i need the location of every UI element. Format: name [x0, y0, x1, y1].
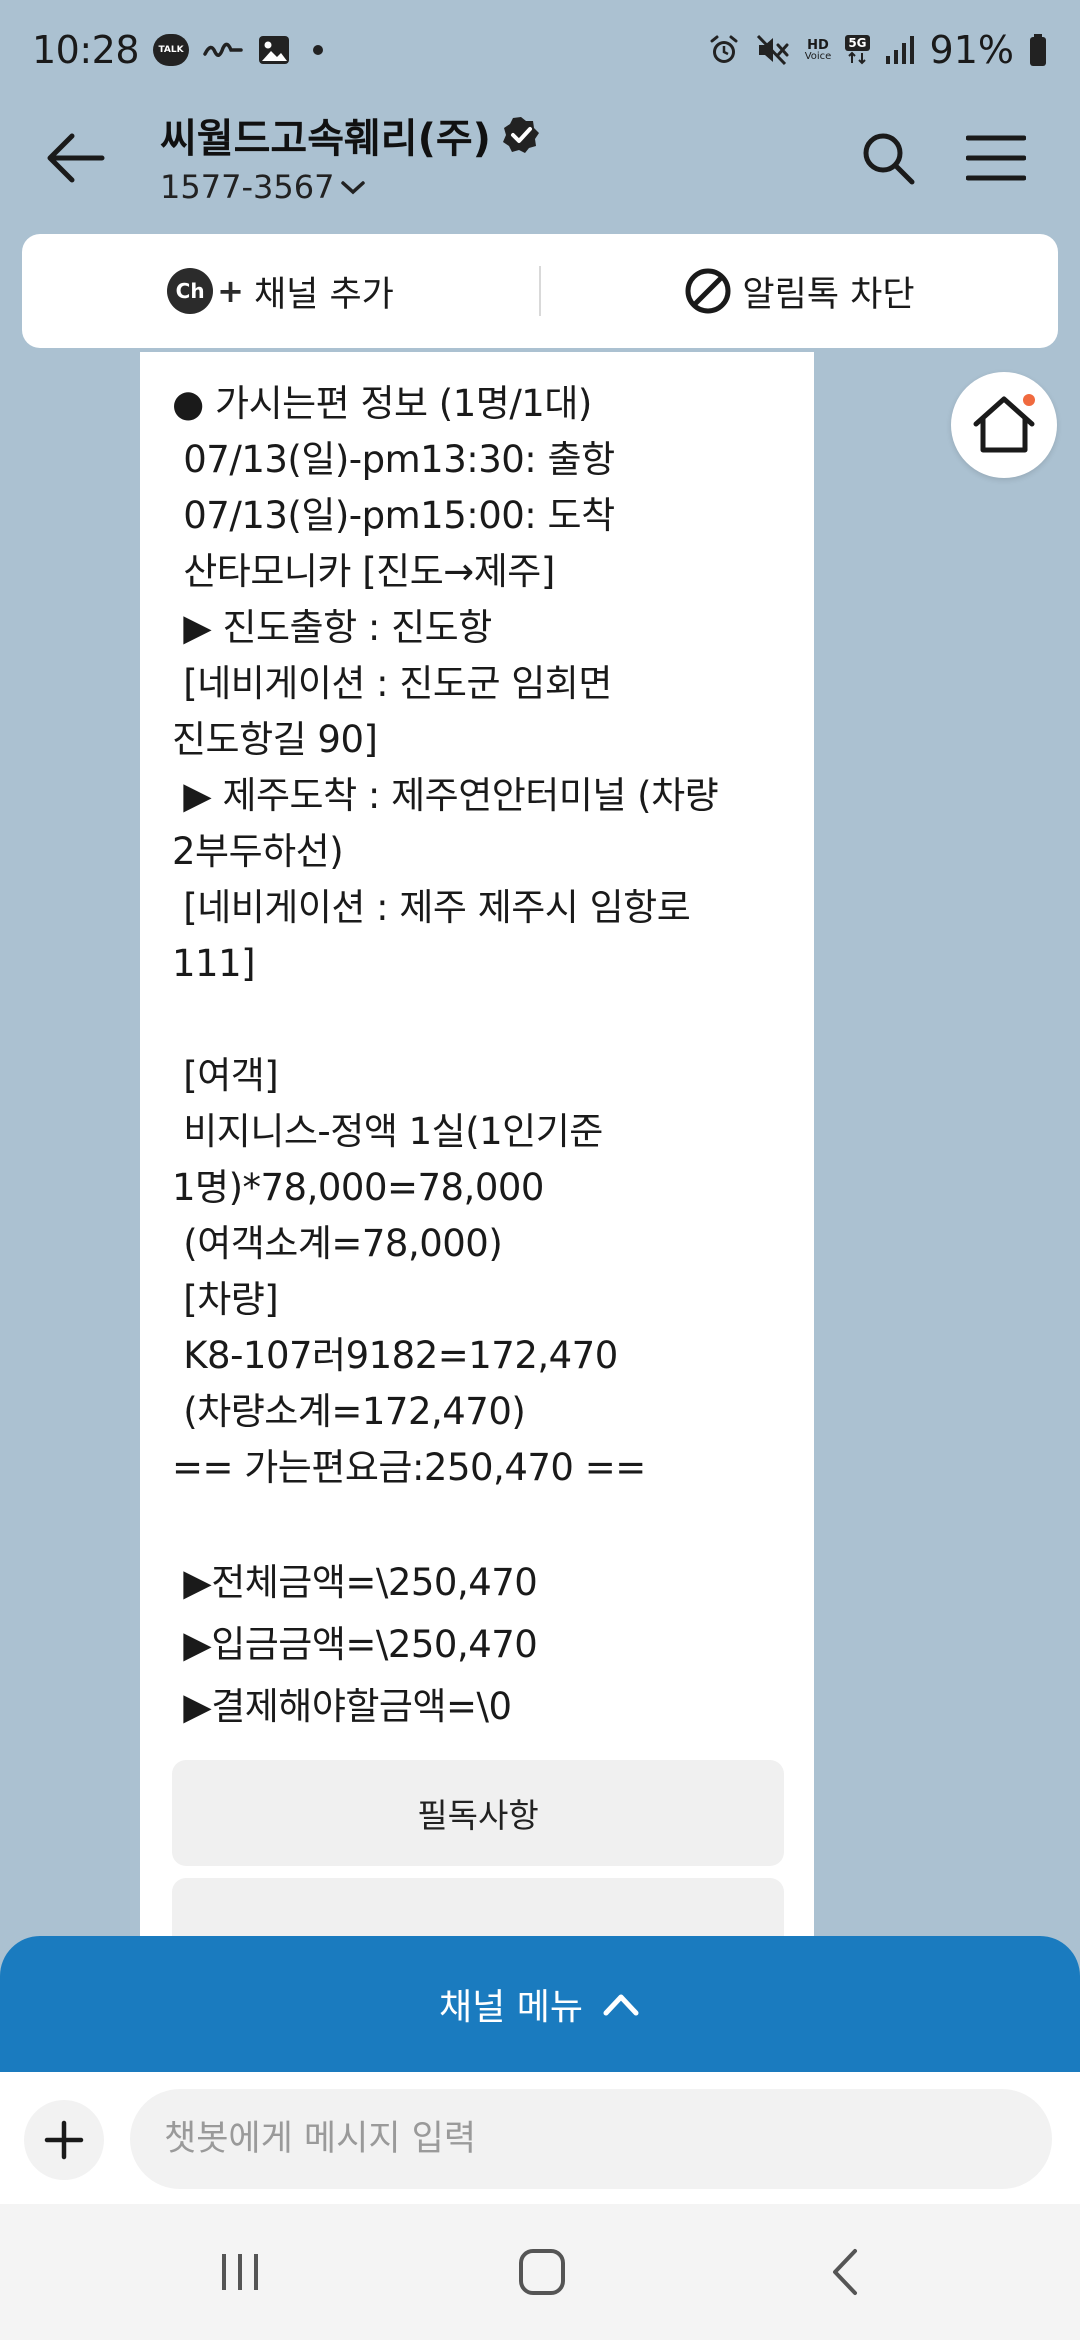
- home-button[interactable]: [951, 372, 1057, 478]
- chat-header: 씨월드고속훼리(주) 1577-3567: [0, 100, 1080, 230]
- phone-row[interactable]: 1577-3567: [160, 168, 541, 206]
- new-notification-dot-icon: [1023, 394, 1035, 406]
- message-line: 111]: [172, 942, 256, 985]
- search-icon: [863, 133, 915, 185]
- recent-apps-icon: [222, 2254, 258, 2290]
- channel-title: 씨월드고속훼리(주): [160, 116, 491, 162]
- message-line: 산타모니카 [진도→제주]: [172, 550, 555, 593]
- hamburger-menu-icon: [966, 135, 1026, 181]
- chevron-left-icon: [833, 2249, 857, 2295]
- hd-voice-icon: HD Voice: [805, 39, 832, 62]
- plus-icon: [44, 2120, 84, 2160]
- battery-icon: [1028, 33, 1048, 67]
- title-row: 씨월드고속훼리(주): [160, 106, 541, 164]
- channel-plus-icon: Ch: [167, 268, 214, 314]
- search-button[interactable]: [852, 122, 924, 194]
- message-line: 2부두하선): [172, 830, 344, 873]
- message-body: ● 가시는편 정보 (1명/1대) 07/13(일)-pm13:30: 출항 0…: [172, 376, 784, 1738]
- channel-menu-label: 채널 메뉴: [439, 1987, 583, 2028]
- plus-glyph-icon: +: [217, 272, 244, 310]
- summary-total: ▶전체금액=\250,470: [172, 1561, 538, 1604]
- block-icon: [685, 268, 731, 314]
- status-bar: 10:28 TALK HD Voice 5G 91%: [0, 0, 1080, 100]
- voice-label: Voice: [804, 50, 832, 62]
- back-nav-button[interactable]: [805, 2232, 885, 2312]
- message-input-bar: [0, 2072, 1080, 2204]
- kakaotalk-notification-icon: TALK: [153, 34, 190, 66]
- image-notification-icon: [257, 33, 291, 67]
- message-input[interactable]: [130, 2089, 1052, 2189]
- home-nav-button[interactable]: [502, 2232, 582, 2312]
- message-line: 07/13(일)-pm15:00: 도착: [172, 494, 615, 537]
- channel-phone: 1577-3567: [160, 168, 335, 206]
- status-left: 10:28 TALK: [32, 28, 324, 72]
- recent-apps-button[interactable]: [200, 2232, 280, 2312]
- channel-info[interactable]: 씨월드고속훼리(주) 1577-3567: [160, 106, 541, 206]
- signal-icon: [884, 34, 916, 66]
- message-line: [네비게이션 : 진도군 임회면: [172, 662, 612, 705]
- attach-plus-button[interactable]: [24, 2100, 104, 2180]
- verified-badge-icon: [501, 115, 541, 155]
- message-line: [여객]: [172, 1054, 279, 1097]
- message-line: [차량]: [172, 1278, 279, 1321]
- network-label: 5G: [845, 35, 870, 51]
- status-right: HD Voice 5G 91%: [707, 28, 1048, 72]
- system-nav-bar: [0, 2204, 1080, 2340]
- message-line: K8-107러9182=172,470: [172, 1334, 618, 1377]
- arrow-left-icon: [47, 133, 105, 183]
- mute-icon: [755, 33, 791, 67]
- summary-deposit: ▶입금금액=\250,470: [172, 1623, 538, 1666]
- block-alimtalk-label: 알림톡 차단: [742, 274, 915, 315]
- message-line: ▶ 진도출항 : 진도항: [172, 606, 492, 649]
- add-channel-label: 채널 추가: [253, 274, 394, 315]
- menu-button[interactable]: [960, 122, 1032, 194]
- required-reading-button[interactable]: 필독사항: [172, 1760, 784, 1866]
- message-line: (여객소계=78,000): [172, 1222, 503, 1265]
- home-square-icon: [519, 2249, 565, 2295]
- 5g-network-icon: 5G: [845, 35, 870, 65]
- message-line: (차량소계=172,470): [172, 1390, 526, 1433]
- channel-menu-button[interactable]: 채널 메뉴: [0, 1936, 1080, 2072]
- message-line: [네비게이션 : 제주 제주시 임항로: [172, 886, 691, 929]
- message-bubble: ● 가시는편 정보 (1명/1대) 07/13(일)-pm13:30: 출항 0…: [140, 352, 814, 1952]
- channel-action-bar: Ch + 채널 추가 알림톡 차단: [22, 234, 1058, 348]
- back-button[interactable]: [40, 122, 112, 194]
- message-line: 07/13(일)-pm13:30: 출항: [172, 438, 615, 481]
- more-notifications-dot-icon: [313, 45, 324, 55]
- chevron-up-icon: [603, 1994, 639, 2016]
- add-channel-button[interactable]: Ch + 채널 추가: [22, 234, 539, 348]
- message-line: 진도항길 90]: [172, 718, 378, 761]
- block-alimtalk-button[interactable]: 알림톡 차단: [541, 234, 1058, 348]
- squiggle-notification-icon: [203, 38, 243, 62]
- status-time: 10:28: [32, 28, 140, 72]
- message-line: ▶ 제주도착 : 제주연안터미널 (차량: [172, 774, 719, 817]
- message-line: 1명)*78,000=78,000: [172, 1166, 544, 1209]
- message-line: 비지니스-정액 1실(1인기준: [172, 1110, 603, 1153]
- message-line: ● 가시는편 정보 (1명/1대): [172, 382, 592, 425]
- summary-remaining: ▶결제해야할금액=\0: [172, 1685, 512, 1728]
- hd-label: HD: [807, 37, 829, 53]
- alarm-icon: [707, 33, 741, 67]
- battery-percent: 91%: [929, 28, 1014, 72]
- chevron-down-icon: [341, 181, 366, 195]
- message-line: == 가는편요금:250,470 ==: [172, 1446, 646, 1489]
